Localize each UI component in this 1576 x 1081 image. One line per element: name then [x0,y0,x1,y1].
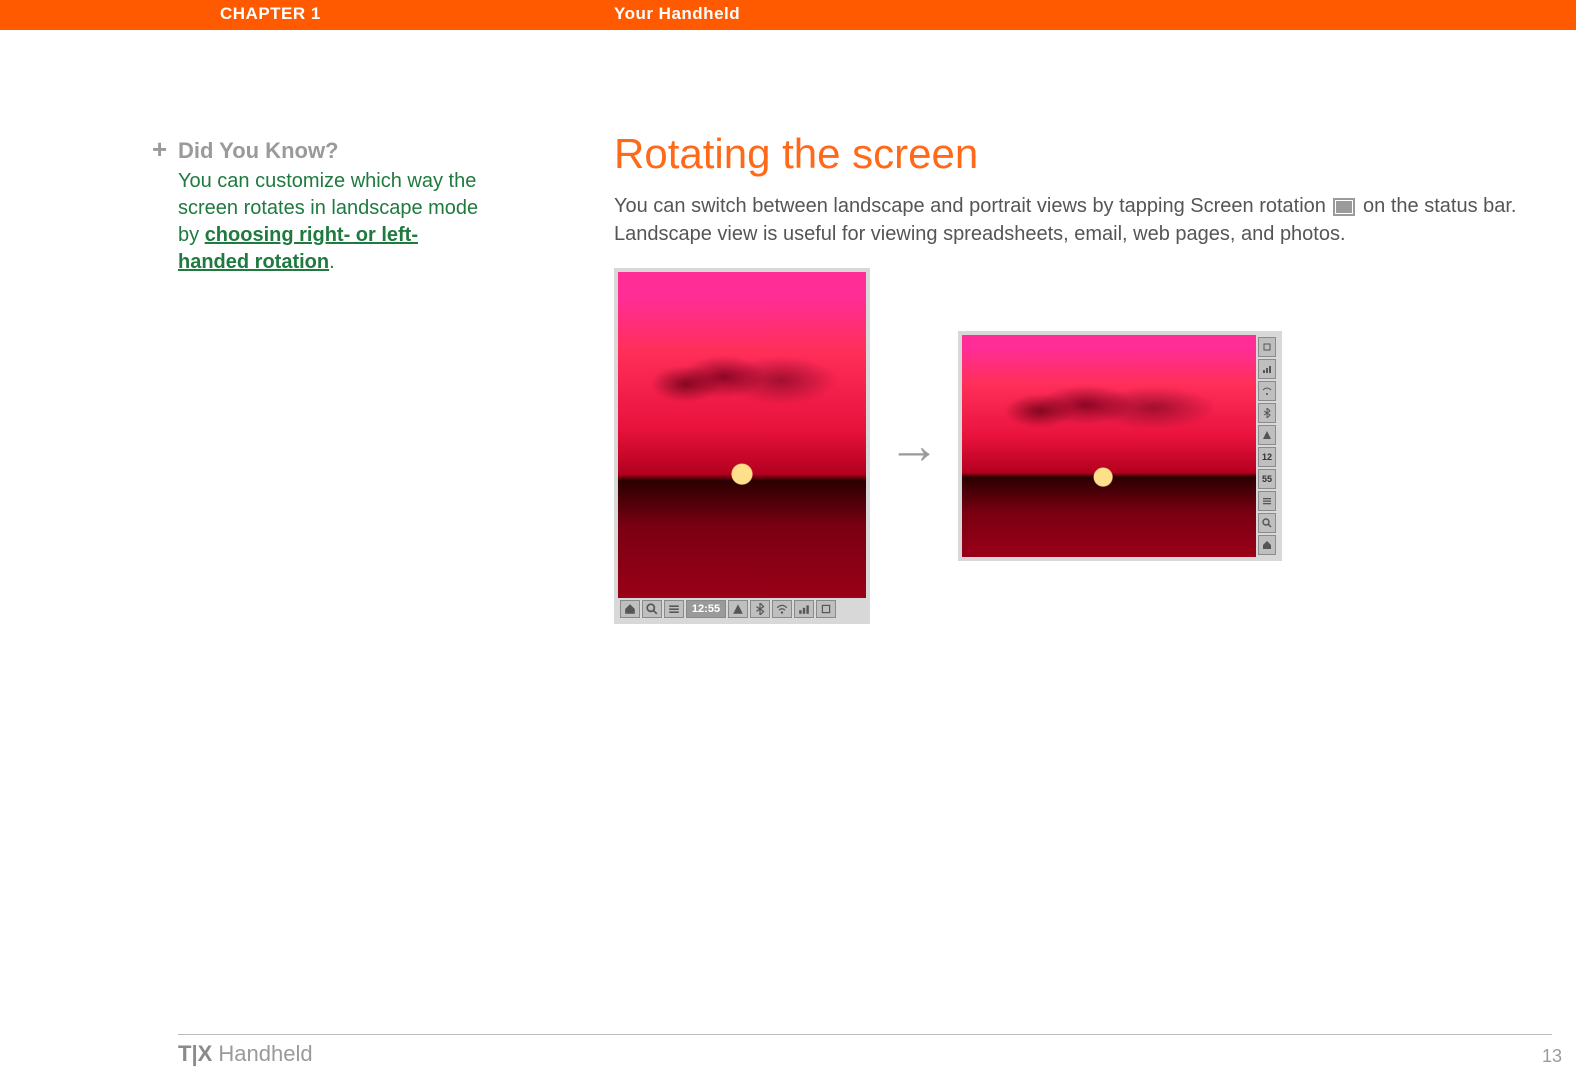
find-icon [642,600,662,618]
status-bar-landscape: 12 55 [1256,335,1278,557]
alert-icon [728,600,748,618]
signal-icon [1258,359,1276,379]
menu-icon [664,600,684,618]
wifi-icon [1258,381,1276,401]
product-name-bold: T|X [178,1041,212,1066]
rotate-icon [1258,337,1276,357]
section-title: Your Handheld [614,4,740,24]
screen-rotation-icon [1333,198,1355,216]
home-icon [1258,535,1276,555]
chapter-label: CHAPTER 1 [220,4,321,24]
page-number: 13 [1542,1046,1562,1067]
page-header: CHAPTER 1 Your Handheld [0,0,1576,30]
alert-icon [1258,425,1276,445]
dyk-text-post: . [329,251,335,273]
portrait-screenshot: 12:55 [614,268,870,624]
arrow-right-icon: → [888,416,940,476]
clock-readout: 12:55 [686,600,726,618]
footer-rule [178,1034,1552,1035]
clock-minute: 55 [1258,469,1276,489]
main-content: Rotating the screen You can switch betwe… [614,130,1556,248]
intro-paragraph: You can switch between landscape and por… [614,192,1556,248]
product-name-rest: Handheld [212,1041,312,1066]
landscape-screenshot: 12 55 [958,331,1282,561]
find-icon [1258,513,1276,533]
intro-text-a: You can switch between landscape and por… [614,195,1331,217]
bluetooth-icon [750,600,770,618]
footer-product: T|X Handheld [178,1041,313,1067]
sunset-photo-portrait [618,272,866,598]
page-body: + Did You Know? You can customize which … [0,30,1576,1081]
clock-hour: 12 [1258,447,1276,467]
plus-icon: + [152,136,167,162]
wifi-icon [772,600,792,618]
sunset-photo-landscape [962,335,1256,557]
rotate-icon [816,600,836,618]
signal-icon [794,600,814,618]
status-bar-portrait: 12:55 [618,598,866,620]
home-icon [620,600,640,618]
bluetooth-icon [1258,403,1276,423]
did-you-know-box: + Did You Know? You can customize which … [178,138,488,276]
did-you-know-title: Did You Know? [178,138,488,164]
did-you-know-body: You can customize which way the screen r… [178,168,488,276]
rotation-preference-link[interactable]: choosing right- or left-handed rotation [178,224,418,273]
menu-icon [1258,491,1276,511]
rotation-illustration: 12:55 → 12 55 [614,268,1282,624]
page-heading: Rotating the screen [614,130,1556,178]
